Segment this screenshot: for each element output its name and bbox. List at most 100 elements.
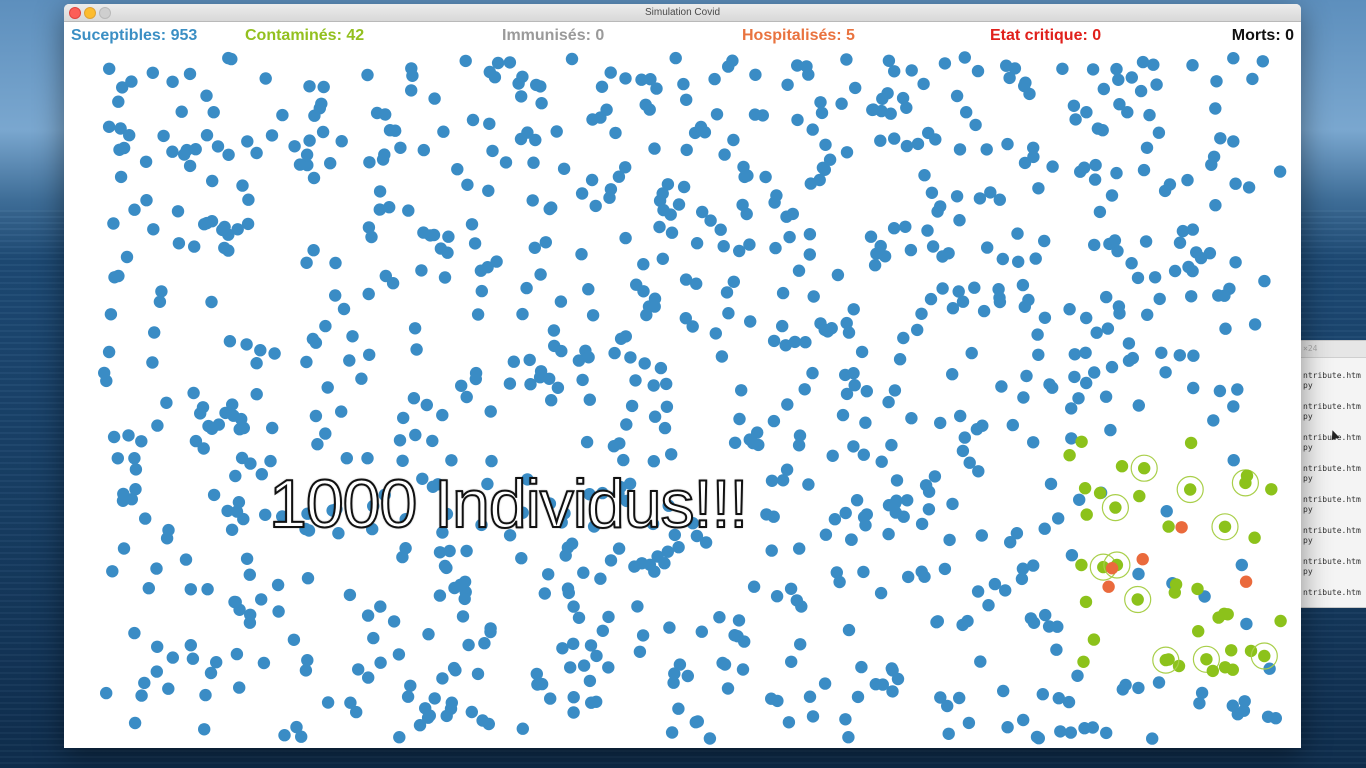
susceptible-individual <box>1155 346 1168 359</box>
susceptible-individual <box>855 345 869 359</box>
susceptible-individual <box>995 380 1008 393</box>
susceptible-individual <box>934 200 947 213</box>
stat-susceptible-value: 953 <box>170 27 198 44</box>
susceptible-individual <box>1240 617 1253 631</box>
susceptible-individual <box>1122 354 1136 367</box>
susceptible-individual <box>1273 165 1287 178</box>
susceptible-individual <box>526 194 539 207</box>
contaminated-individual <box>1212 611 1225 624</box>
susceptible-individual <box>106 565 119 578</box>
susceptible-individual <box>187 386 200 400</box>
susceptible-individual <box>1001 137 1014 151</box>
susceptible-individual <box>175 105 188 118</box>
susceptible-individual <box>216 223 229 237</box>
susceptible-individual <box>590 649 603 663</box>
susceptible-individual <box>975 529 988 542</box>
susceptible-individual <box>183 159 197 173</box>
susceptible-individual <box>378 148 391 161</box>
contaminated-individual <box>1218 661 1232 674</box>
susceptible-individual <box>1150 78 1163 91</box>
susceptible-individual <box>620 418 633 431</box>
susceptible-individual <box>807 290 820 303</box>
susceptible-individual <box>976 419 989 432</box>
susceptible-individual <box>567 691 580 704</box>
susceptible-individual <box>1229 256 1242 269</box>
susceptible-individual <box>155 285 168 298</box>
susceptible-individual <box>516 722 529 735</box>
simulation-window: Simulation Covid Suceptibles: 953 Contam… <box>64 4 1301 748</box>
background-terminal-window[interactable]: ×24 ntribute.htm py ntribute.htm py ntribu… <box>1296 340 1366 608</box>
susceptible-individual <box>968 281 981 294</box>
susceptible-individual <box>374 656 387 669</box>
susceptible-individual <box>567 600 580 613</box>
susceptible-individual <box>255 593 268 606</box>
susceptible-individual <box>1099 390 1113 403</box>
susceptible-individual <box>1068 348 1081 361</box>
susceptible-individual <box>925 186 939 199</box>
susceptible-individual <box>980 143 993 156</box>
susceptible-individual <box>1132 567 1145 581</box>
susceptible-individual <box>672 198 686 211</box>
susceptible-individual <box>543 202 556 216</box>
susceptible-individual <box>206 174 219 188</box>
susceptible-individual <box>405 84 418 97</box>
susceptible-individual <box>826 449 839 462</box>
title-bar[interactable]: Simulation Covid <box>64 4 1301 22</box>
susceptible-individual <box>150 562 163 575</box>
susceptible-individual <box>1088 238 1101 252</box>
susceptible-individual <box>997 684 1010 698</box>
susceptible-individual <box>831 268 845 282</box>
susceptible-individual <box>888 384 902 397</box>
susceptible-individual <box>160 396 173 409</box>
susceptible-individual <box>266 421 279 435</box>
susceptible-individual <box>1046 381 1059 394</box>
susceptible-individual <box>1032 732 1045 745</box>
susceptible-individual <box>1086 721 1099 734</box>
susceptible-individual <box>802 478 815 491</box>
susceptible-individual <box>698 126 712 139</box>
susceptible-individual <box>309 409 323 423</box>
susceptible-individual <box>243 568 256 581</box>
susceptible-individual <box>335 135 348 148</box>
susceptible-individual <box>619 72 632 85</box>
susceptible-individual <box>482 184 495 197</box>
susceptible-individual <box>783 230 796 244</box>
susceptible-individual <box>680 93 693 106</box>
susceptible-individual <box>658 421 672 435</box>
susceptible-individual <box>117 542 131 555</box>
susceptible-individual <box>996 252 1009 266</box>
susceptible-individual <box>107 217 120 230</box>
susceptible-individual <box>205 422 219 435</box>
susceptible-individual <box>484 625 497 639</box>
population-plot <box>98 51 1287 745</box>
susceptible-individual <box>254 344 267 357</box>
susceptible-individual <box>650 82 663 95</box>
susceptible-individual <box>460 544 473 558</box>
susceptible-individual <box>406 69 419 82</box>
susceptible-individual <box>881 87 894 100</box>
susceptible-individual <box>340 452 353 465</box>
susceptible-individual <box>576 373 589 387</box>
susceptible-individual <box>936 250 949 263</box>
susceptible-individual <box>207 106 220 119</box>
susceptible-individual <box>567 706 580 719</box>
susceptible-individual <box>882 54 896 67</box>
susceptible-individual <box>1036 688 1049 701</box>
susceptible-individual <box>361 452 374 465</box>
susceptible-individual <box>204 666 218 680</box>
susceptible-individual <box>129 463 143 476</box>
susceptible-individual <box>222 51 235 65</box>
susceptible-individual <box>942 727 955 740</box>
susceptible-individual <box>551 381 565 394</box>
susceptible-individual <box>874 134 887 147</box>
susceptible-individual <box>1031 328 1044 341</box>
susceptible-individual <box>1104 423 1117 437</box>
susceptible-individual <box>363 348 376 361</box>
susceptible-individual <box>189 143 202 156</box>
susceptible-individual <box>162 523 175 537</box>
susceptible-individual <box>747 580 761 593</box>
susceptible-individual <box>299 664 313 677</box>
stat-susceptible-label: Suceptibles: <box>71 27 171 44</box>
contaminated-individual <box>1162 653 1175 666</box>
susceptible-individual <box>410 343 423 356</box>
